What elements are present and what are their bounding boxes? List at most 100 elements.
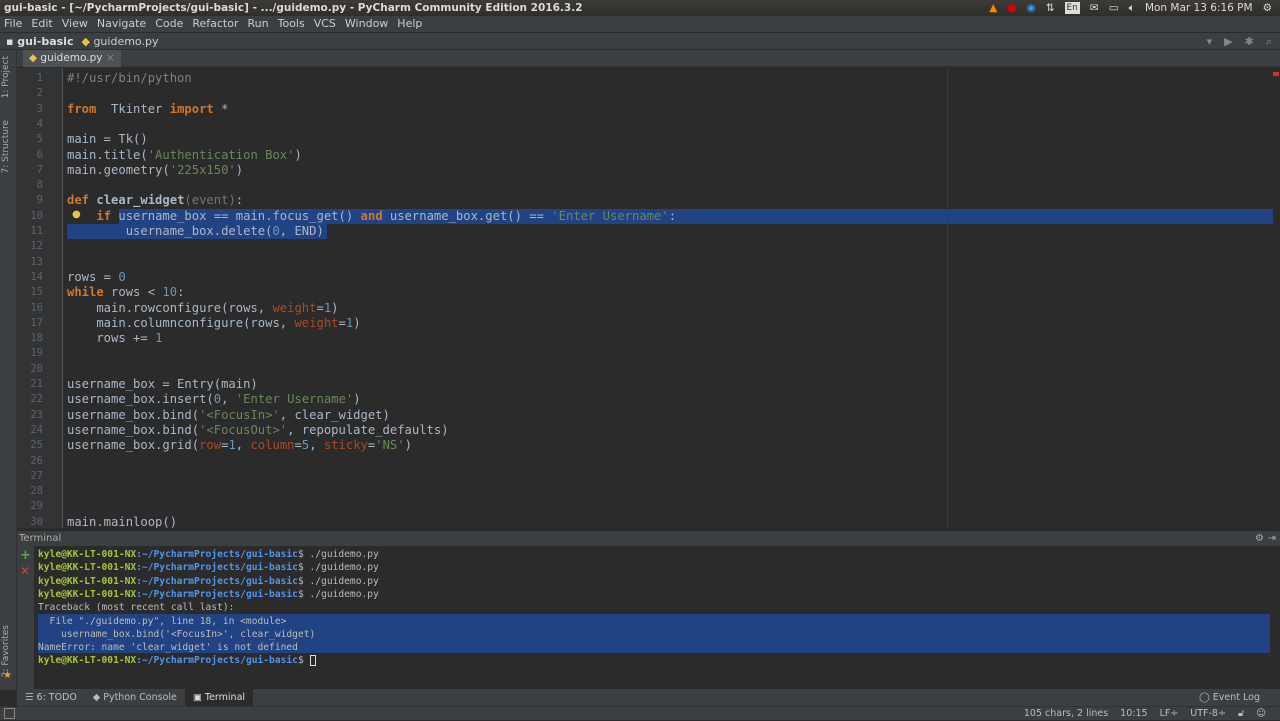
code-line[interactable]: rows += 1 <box>67 331 162 346</box>
close-icon[interactable]: × <box>106 52 115 64</box>
menu-vcs[interactable]: VCS <box>314 16 336 32</box>
menu-file[interactable]: File <box>4 16 22 32</box>
prompt-user: kyle@KK-LT-001-NX <box>38 575 137 587</box>
file-encoding[interactable]: UTF-8÷ <box>1190 707 1226 721</box>
code-token: sticky <box>323 438 368 453</box>
toggle-tool-windows-icon[interactable] <box>4 708 15 719</box>
menu-window[interactable]: Window <box>345 16 388 32</box>
menu-code[interactable]: Code <box>155 16 183 32</box>
code-line[interactable]: if username_box == main.focus_get() and … <box>67 209 676 224</box>
battery-icon[interactable]: ▭ <box>1109 0 1119 16</box>
code-line[interactable]: username_box.insert(0, 'Enter Username') <box>67 392 361 407</box>
project-tool-button[interactable]: 1: Project <box>1 56 11 98</box>
code-line[interactable]: while rows < 10: <box>67 285 184 300</box>
line-number: 13 <box>30 255 43 268</box>
code-line[interactable]: username_box.grid(row=1, column=5, stick… <box>67 438 412 453</box>
breadcrumb-file[interactable]: ◆ guidemo.py <box>81 33 158 49</box>
code-line[interactable]: username_box.delete(0, END) <box>67 224 324 239</box>
project-name: gui-basic <box>17 35 74 48</box>
code-line[interactable]: def clear_widget(event): <box>67 193 243 208</box>
terminal-text: NameError: name 'clear_widget' is not de… <box>38 642 298 654</box>
gear-icon[interactable]: ⚙ <box>1255 531 1264 547</box>
event-log-button[interactable]: ◯ Event Log <box>1191 689 1280 706</box>
code-line[interactable]: main = Tk() <box>67 132 148 147</box>
code-line[interactable]: username_box.bind('<FocusOut>', repopula… <box>67 423 449 438</box>
line-number: 30 <box>30 515 43 528</box>
menu-run[interactable]: Run <box>248 16 269 32</box>
code-token: username_box.insert( <box>67 392 214 407</box>
menu-navigate[interactable]: Navigate <box>97 16 146 32</box>
structure-tool-button[interactable]: 7: Structure <box>1 120 11 174</box>
code-token: main.columnconfigure(rows, <box>67 315 295 330</box>
console-label: Python Console <box>103 692 177 703</box>
line-number: 20 <box>30 362 43 375</box>
tab-guidemo[interactable]: ◆ guidemo.py × <box>23 50 121 67</box>
code-line[interactable]: main.title('Authentication Box') <box>67 148 302 163</box>
hide-icon[interactable]: ⇥ <box>1268 531 1276 547</box>
breadcrumb-project[interactable]: ▪ gui-basic <box>6 33 73 49</box>
prompt-user: kyle@KK-LT-001-NX <box>38 655 137 667</box>
network-icon[interactable]: ⇅ <box>1046 0 1055 16</box>
keyboard-indicator[interactable]: En <box>1064 2 1080 14</box>
menu-help[interactable]: Help <box>397 16 422 32</box>
code-line[interactable]: main.rowconfigure(rows, weight=1) <box>67 301 338 316</box>
debug-icon[interactable]: ✱ <box>1245 33 1254 50</box>
terminal-header: Terminal ⚙ ⇥ <box>17 530 1280 546</box>
code-line[interactable]: rows = 0 <box>67 270 126 285</box>
search-icon[interactable]: ⌕ <box>1266 33 1272 50</box>
code-line[interactable]: #!/usr/bin/python <box>67 71 192 86</box>
code-token: username_box.get() == <box>382 208 552 223</box>
code-editor[interactable]: #!/usr/bin/python from Tkinter import * ma… <box>63 68 1273 528</box>
breadcrumb: ▪ gui-basic ◆ guidemo.py ▾ ▶ ✱ ⌕ <box>0 32 1280 50</box>
intention-bulb-icon[interactable]: ● <box>72 209 81 220</box>
code-line[interactable]: from Tkinter import * <box>67 102 228 117</box>
code-line[interactable]: main.columnconfigure(rows, weight=1) <box>67 315 360 331</box>
code-line[interactable]: main.geometry('225x150') <box>67 163 243 178</box>
power-icon[interactable]: ⚙ <box>1263 0 1272 16</box>
run-icon[interactable]: ▶ <box>1224 33 1232 50</box>
close-session-icon[interactable]: ✕ <box>20 564 30 578</box>
code-token: 0 <box>118 269 126 284</box>
code-line[interactable]: main.mainloop() <box>67 515 177 528</box>
error-marker[interactable] <box>1273 72 1279 76</box>
event-log-label: Event Log <box>1212 692 1260 703</box>
window-title: gui-basic - [~/PycharmProjects/gui-basic… <box>4 2 583 14</box>
code-line[interactable]: username_box.bind('<FocusIn>', clear_wid… <box>67 408 390 423</box>
editor-scrollbar[interactable] <box>1273 68 1280 528</box>
line-separator[interactable]: LF÷ <box>1160 707 1179 721</box>
code-token: ) <box>353 392 361 407</box>
clock[interactable]: Mon Mar 13 6:16 PM <box>1145 0 1253 16</box>
line-number: 6 <box>36 148 43 161</box>
menu-view[interactable]: View <box>62 16 88 32</box>
prompt-user: kyle@KK-LT-001-NX <box>38 562 137 574</box>
code-token: : <box>177 285 185 300</box>
code-token: column <box>250 438 295 453</box>
menu-refactor[interactable]: Refactor <box>192 16 238 32</box>
code-line[interactable]: username_box = Entry(main) <box>67 377 258 392</box>
code-token: from <box>67 101 97 116</box>
line-number: 9 <box>36 194 43 207</box>
python-console-button[interactable]: ◆ Python Console <box>85 689 185 706</box>
run-config-dropdown[interactable]: ▾ <box>1207 33 1213 50</box>
teamviewer-icon[interactable]: ◉ <box>1027 0 1036 16</box>
record-icon[interactable]: ● <box>1007 0 1016 16</box>
prompt-path: :~/PycharmProjects/gui-basic <box>136 588 298 600</box>
line-number: 4 <box>36 117 43 130</box>
terminal-tool-button[interactable]: ▣ Terminal <box>184 689 254 706</box>
terminal-output[interactable]: kyle@KK-LT-001-NX:~/PycharmProjects/gui-… <box>34 546 1270 689</box>
menu-tools[interactable]: Tools <box>278 16 305 32</box>
code-token: username_box.delete( <box>67 224 273 238</box>
todo-label: 6: TODO <box>36 692 77 703</box>
line-number: 18 <box>30 332 43 345</box>
lock-icon[interactable]: 🔓︎ <box>1238 707 1244 721</box>
vlc-icon[interactable]: ▲ <box>989 0 997 16</box>
new-session-icon[interactable]: + <box>20 548 31 563</box>
line-number: 26 <box>30 454 43 467</box>
mail-icon[interactable]: ✉ <box>1090 0 1099 16</box>
inspector-icon[interactable]: ☺ <box>1256 707 1266 721</box>
menu-edit[interactable]: Edit <box>31 16 52 32</box>
caret-position[interactable]: 10:15 <box>1120 707 1147 721</box>
volume-icon[interactable]: 🔈︎ <box>1129 0 1135 16</box>
todo-tool-button[interactable]: ☰ 6: TODO <box>17 689 85 706</box>
code-token: 1 <box>155 331 163 346</box>
